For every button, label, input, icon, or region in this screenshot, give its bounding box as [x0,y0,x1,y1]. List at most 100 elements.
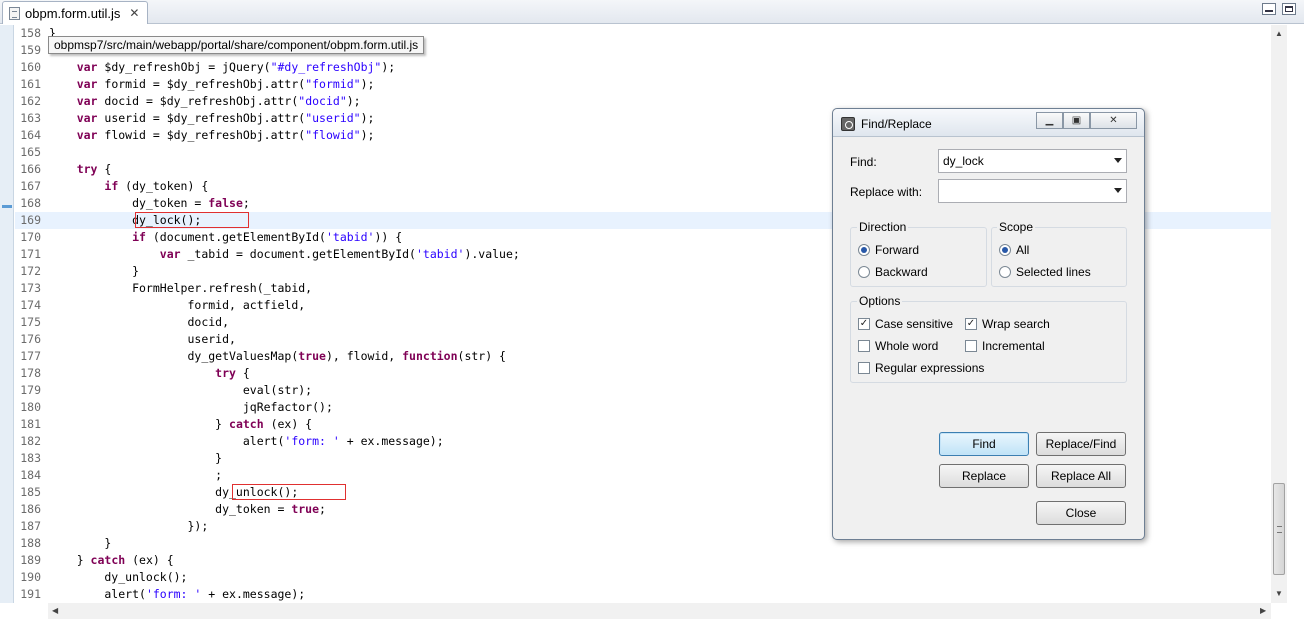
code-token: ; [319,502,326,516]
code-text: try { [45,161,112,178]
code-line[interactable]: 189 } catch (ex) { [15,552,1271,569]
case-sensitive-checkbox[interactable]: ✓ Case sensitive [858,317,953,331]
maximize-icon[interactable] [1282,3,1296,15]
replace-find-button[interactable]: Replace/Find [1036,432,1126,456]
line-number: 190 [20,570,41,584]
close-icon[interactable]: ✕ [129,7,139,19]
code-token: "userid" [305,111,361,125]
tab-obpm-form-util[interactable]: obpm.form.util.js ✕ [2,1,149,24]
code-token: formid, actfield, [49,298,306,312]
code-token: var [76,111,98,125]
code-line[interactable]: 190 dy_unlock(); [15,569,1271,586]
scroll-down-icon[interactable]: ▼ [1275,589,1283,598]
code-text: formid, actfield, [45,297,305,314]
code-token: ; [49,468,223,482]
scroll-left-icon[interactable]: ◀ [52,606,58,615]
code-text: userid, [45,331,236,348]
code-token: ; [242,196,250,210]
code-text: var docid = $dy_refreshObj.attr("docid")… [45,93,361,110]
code-line[interactable]: 161 var formid = $dy_refreshObj.attr("fo… [15,76,1271,93]
code-text: } [45,535,111,552]
code-token: eval(str); [49,383,313,397]
replace-button[interactable]: Replace [939,464,1029,488]
code-text: var userid = $dy_refreshObj.attr("userid… [45,110,375,127]
replace-input[interactable] [938,179,1127,203]
direction-forward-radio[interactable]: Forward [858,243,919,257]
js-file-icon [9,6,20,20]
code-line[interactable]: 160 var $dy_refreshObj = jQuery("#dy_ref… [15,59,1271,76]
code-text: var flowid = $dy_refreshObj.attr("flowid… [45,127,375,144]
scope-selected-lines-radio[interactable]: Selected lines [999,265,1091,279]
find-button[interactable]: Find [939,432,1029,456]
code-text: if (document.getElementById('tabid')) { [45,229,402,246]
scroll-thumb[interactable] [1273,483,1285,575]
code-token: } [49,536,112,550]
unchecked-box-icon [858,340,870,352]
direction-title: Direction [857,220,909,234]
code-token: $dy_refreshObj = jQuery( [97,60,271,74]
code-token: "formid" [305,77,361,91]
code-token: userid, [49,332,236,346]
code-token: false [208,196,243,210]
chevron-down-icon[interactable] [1114,188,1122,193]
horizontal-scrollbar[interactable]: ◀ ▶ [48,603,1271,619]
dialog-title-bar[interactable]: Find/Replace ▁ ▣ ✕ [833,109,1144,137]
scope-all-radio[interactable]: All [999,243,1029,257]
minimize-icon[interactable] [1262,3,1276,15]
line-number: 162 [20,94,41,108]
incremental-checkbox[interactable]: Incremental [965,339,1045,353]
find-input[interactable]: dy_lock [938,149,1127,173]
code-text: } [45,450,222,467]
code-token: } [49,553,91,567]
code-line[interactable]: 191 alert('form: ' + ex.message); [15,586,1271,603]
close-button[interactable]: Close [1036,501,1126,525]
line-number: 178 [20,366,41,380]
line-number: 185 [20,485,41,499]
radio-unchecked-icon [999,266,1011,278]
line-number: 171 [20,247,41,261]
code-text: dy_token = true; [45,501,326,518]
code-token: )) { [374,230,403,244]
code-token: + ex.message); [339,434,444,448]
code-token: function [402,349,458,363]
chevron-down-icon[interactable] [1114,158,1122,163]
code-token: } [49,417,230,431]
direction-backward-radio[interactable]: Backward [858,265,928,279]
code-token: dy_token = [49,196,209,210]
code-token: FormHelper.refresh(_tabid, [49,281,313,295]
occurrence-marker[interactable] [2,205,12,208]
whole-word-checkbox[interactable]: Whole word [858,339,938,353]
code-token: try [76,162,98,176]
minimize-icon[interactable]: ▁ [1036,112,1063,129]
file-path-tooltip: obpmsp7/src/main/webapp/portal/share/com… [48,36,425,54]
regex-label: Regular expressions [875,361,985,375]
close-icon[interactable]: ✕ [1090,112,1137,129]
wrap-search-label: Wrap search [982,317,1050,331]
code-token: 'form: ' [145,587,202,601]
replace-all-button[interactable]: Replace All [1036,464,1126,488]
forward-label: Forward [875,243,920,257]
code-token: true [291,502,320,516]
code-token: { [235,366,250,380]
code-token: var [76,60,98,74]
code-token: dy_getValuesMap( [49,349,299,363]
line-number: 172 [20,264,41,278]
code-token: var [76,77,98,91]
vertical-scrollbar[interactable]: ▲ ▼ [1271,25,1287,603]
code-token: formid = $dy_refreshObj.attr( [97,77,306,91]
regex-checkbox[interactable]: Regular expressions [858,361,984,375]
code-token: ); [360,128,375,142]
wrap-search-checkbox[interactable]: ✓ Wrap search [965,317,1050,331]
line-number: 159 [20,43,41,57]
checkmark-icon: ✓ [965,318,977,330]
restore-icon[interactable]: ▣ [1063,112,1090,129]
backward-label: Backward [875,265,928,279]
code-text: alert('form: ' + ex.message); [45,433,444,450]
scroll-right-icon[interactable]: ▶ [1260,606,1266,615]
code-token: ); [360,77,375,91]
scroll-up-icon[interactable]: ▲ [1275,29,1283,38]
unchecked-box-icon [965,340,977,352]
case-sensitive-label: Case sensitive [875,317,954,331]
code-text: FormHelper.refresh(_tabid, [45,280,312,297]
code-token: ); [346,94,361,108]
